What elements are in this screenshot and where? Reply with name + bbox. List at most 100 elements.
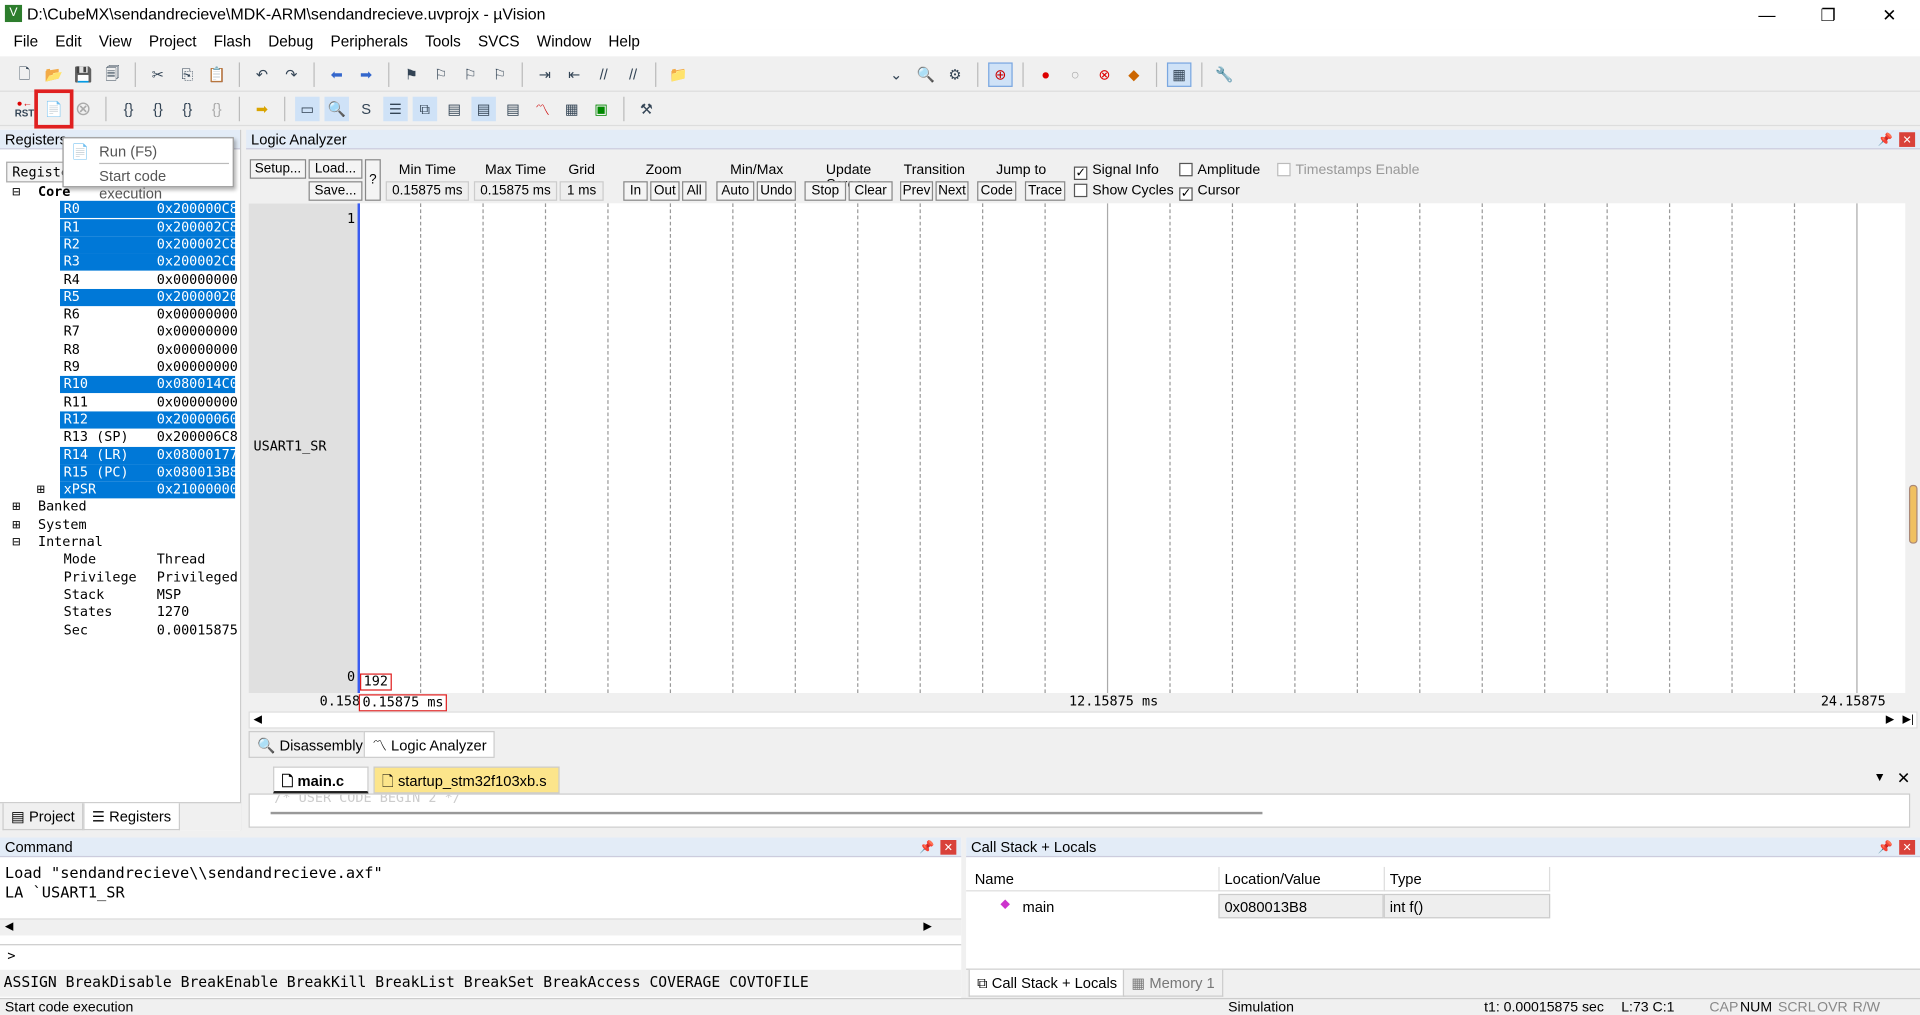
nav-back-icon[interactable]: ⬅ [324, 62, 348, 86]
register-row[interactable]: R12 0x20000060 [0, 411, 238, 429]
menu-peripherals[interactable]: Peripherals [322, 29, 417, 56]
register-row[interactable]: R0 0x200000C8 [0, 201, 238, 219]
dropdown-icon[interactable]: ⌄ [884, 62, 908, 86]
amplitude-checkbox[interactable]: Amplitude [1179, 162, 1260, 178]
menu-flash[interactable]: Flash [205, 29, 260, 56]
command-scrollbar[interactable]: ◀ ▶ [0, 918, 962, 936]
register-row[interactable]: R11 0x00000000 [0, 394, 238, 412]
memory-window-icon[interactable]: ▤ [471, 96, 496, 122]
register-row[interactable]: R7 0x00000000 [0, 324, 238, 342]
watch-window-icon[interactable]: ▤ [442, 97, 466, 121]
register-row[interactable]: R8 0x00000000 [0, 341, 238, 359]
reset-button[interactable]: ●← RST [12, 97, 36, 121]
col-name[interactable]: Name [975, 871, 1014, 888]
tab-memory-1[interactable]: ▦ Memory 1 [1122, 969, 1224, 997]
stop-button[interactable]: ⊗ [71, 97, 95, 121]
jump-trace-button[interactable]: Trace [1024, 181, 1066, 201]
menu-window[interactable]: Window [528, 29, 600, 56]
new-file-icon[interactable]: 🗋 [12, 62, 36, 86]
register-row[interactable]: R3 0x200002C8 [0, 253, 238, 272]
help-button[interactable]: ? [364, 159, 381, 201]
window-layout-icon[interactable]: ▦ [1166, 62, 1192, 87]
stop-update-button[interactable]: Stop [804, 181, 847, 201]
register-row[interactable]: R10 0x080014C0 [0, 376, 238, 394]
disable-breakpoint-icon[interactable]: ○ [1063, 62, 1087, 86]
setup-button[interactable]: Setup... [249, 159, 307, 179]
open-icon[interactable]: 📂 [42, 62, 66, 86]
tree-node-internal[interactable]: ⊟ Internal [0, 534, 235, 552]
register-row[interactable]: R5 0x20000020 [0, 288, 238, 307]
bookmark-icon[interactable]: ⚑ [399, 62, 423, 86]
col-type[interactable]: Type [1383, 866, 1551, 892]
analysis-window-icon[interactable]: 〽 [530, 97, 554, 121]
cursor-checkbox[interactable]: ✓ Cursor [1179, 184, 1240, 201]
nav-forward-icon[interactable]: ➡ [354, 62, 378, 86]
uncomment-icon[interactable]: // [621, 62, 645, 86]
close-editor-icon[interactable]: ✕ [1897, 769, 1910, 789]
jump-code-button[interactable]: Code [977, 181, 1017, 201]
close-icon[interactable]: ✕ [1899, 132, 1916, 147]
unindent-icon[interactable]: ⇤ [562, 62, 586, 86]
register-row[interactable]: R15 (PC) 0x080013B8 [0, 463, 238, 482]
register-row[interactable]: R13 (SP) 0x200006C8 [0, 429, 238, 447]
wrench-icon[interactable]: 🔧 [1212, 62, 1236, 86]
menu-file[interactable]: File [5, 29, 47, 56]
system-viewer-icon[interactable]: ▣ [589, 97, 613, 121]
register-row[interactable]: R2 0x200002C8 [0, 236, 238, 254]
save-all-icon[interactable]: 🗐 [100, 62, 124, 86]
close-icon[interactable]: ✕ [1899, 840, 1916, 855]
debug-icon[interactable]: 🔍 [913, 62, 937, 86]
menu-tools[interactable]: Tools [416, 29, 469, 56]
comment-icon[interactable]: // [591, 62, 615, 86]
next-bookmark-icon[interactable]: ⚐ [458, 62, 482, 86]
tree-node-system[interactable]: ⊞ System [0, 516, 235, 534]
next-transition-button[interactable]: Next [935, 181, 969, 201]
breakpoint-icon[interactable]: ● [1033, 62, 1057, 86]
symbols-window-icon[interactable]: S [354, 97, 378, 121]
minimize-button[interactable]: — [1739, 0, 1795, 29]
menu-debug[interactable]: Debug [260, 29, 322, 56]
run-to-cursor-icon[interactable]: {} [204, 97, 228, 121]
clear-bookmarks-icon[interactable]: ⚐ [487, 62, 511, 86]
tab-project[interactable]: ▤ Project [2, 803, 84, 831]
register-row[interactable]: R6 0x00000000 [0, 306, 238, 324]
tab-callstack[interactable]: ⧉ Call Stack + Locals [968, 969, 1126, 997]
serial-window-icon[interactable]: ▤ [501, 97, 525, 121]
show-cycles-checkbox[interactable]: Show Cycles [1073, 183, 1174, 198]
show-next-statement-icon[interactable]: ➡ [250, 97, 274, 121]
vertical-scrollbar-thumb[interactable] [1908, 484, 1918, 544]
toolbox-icon[interactable]: ⚒ [634, 97, 658, 121]
undo-icon[interactable]: ↶ [250, 62, 274, 86]
load-button[interactable]: Load... [308, 159, 363, 179]
step-into-icon[interactable]: {} [116, 97, 140, 121]
run-button[interactable]: 📄 [34, 89, 74, 129]
maximize-button[interactable]: ❐ [1800, 0, 1856, 29]
menu-project[interactable]: Project [140, 29, 205, 56]
auto-button[interactable]: Auto [716, 181, 755, 201]
menu-help[interactable]: Help [600, 29, 649, 56]
command-window-icon[interactable]: ▭ [295, 96, 320, 122]
kill-breakpoints-icon[interactable]: ⊗ [1092, 62, 1116, 86]
tree-node-banked[interactable]: ⊞ Banked [0, 499, 235, 517]
tab-list-icon[interactable]: ▼ [1874, 771, 1886, 784]
register-row[interactable]: R9 0x00000000 [0, 359, 238, 377]
signal-name-usart1-sr[interactable]: USART1_SR [253, 438, 326, 454]
disassembly-window-icon[interactable]: 🔍 [324, 96, 349, 122]
trace-window-icon[interactable]: ▦ [560, 97, 584, 121]
command-input[interactable]: > [0, 944, 962, 966]
close-button[interactable]: ✕ [1861, 0, 1917, 29]
col-location[interactable]: Location/Value [1218, 866, 1325, 892]
step-over-icon[interactable]: {} [146, 97, 170, 121]
menu-view[interactable]: View [90, 29, 140, 56]
paste-icon[interactable]: 📋 [204, 62, 228, 86]
call-stack-icon[interactable]: ⧉ [412, 96, 438, 122]
signal-info-checkbox[interactable]: ✓ Signal Info [1073, 163, 1159, 181]
tab-disassembly[interactable]: 🔍 Disassembly [248, 731, 372, 758]
config-icon[interactable]: ⚙ [943, 62, 967, 86]
menu-edit[interactable]: Edit [47, 29, 91, 56]
editor-content[interactable]: /* USER CODE BEGIN 2 */ [248, 793, 1911, 828]
zoom-in-button[interactable]: In [623, 181, 648, 201]
save-icon[interactable]: 💾 [71, 62, 95, 86]
breakpoint-list-icon[interactable]: ◆ [1122, 62, 1146, 86]
registers-window-icon[interactable]: ☰ [383, 96, 408, 122]
